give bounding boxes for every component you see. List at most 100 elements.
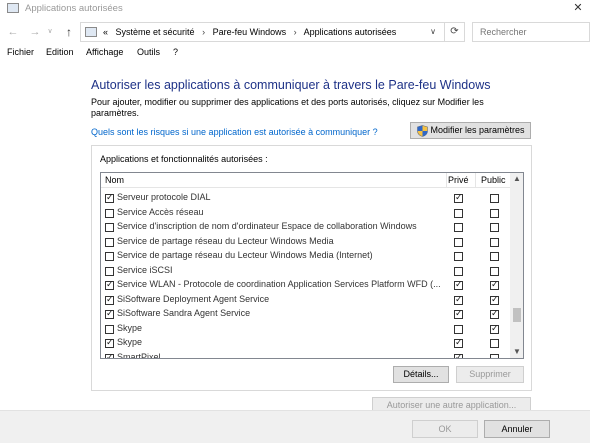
page-description: Pour ajouter, modifier ou supprimer des … [91,97,484,118]
allowed-apps-group: Applications et fonctionnalités autorisé… [91,145,532,391]
breadcrumb: « Système et sécurité › Pare-feu Windows… [103,27,401,37]
list-item[interactable]: Skype [101,336,510,351]
public-checkbox[interactable] [490,323,499,334]
list-item[interactable]: SiSoftware Sandra Agent Service [101,307,510,322]
enabled-checkbox[interactable] [105,192,114,203]
public-checkbox[interactable] [490,308,499,319]
search-box[interactable] [472,22,590,42]
public-checkbox[interactable] [490,252,499,261]
uac-shield-icon [417,125,428,137]
scroll-down-icon[interactable]: ▼ [510,346,523,358]
refresh-icon[interactable]: ⟳ [444,23,464,41]
list-item[interactable]: Service Accès réseau [101,206,510,221]
menu-help[interactable]: ? [173,47,178,57]
title-bar: Applications autorisées ✕ [0,0,590,18]
enabled-checkbox[interactable] [105,208,114,218]
column-divider[interactable] [475,173,476,188]
forward-arrow-icon[interactable]: → [27,24,43,40]
dialog-footer: OK Annuler [0,410,590,443]
list-item[interactable]: Serveur protocole DIAL [101,191,510,206]
enabled-checkbox[interactable] [105,294,114,305]
public-checkbox[interactable] [490,353,499,358]
app-name: Service iSCSI [117,264,173,275]
public-checkbox[interactable] [490,294,499,305]
breadcrumb-allowed-apps[interactable]: Applications autorisées [304,27,397,37]
list-item[interactable]: SiSoftware Deployment Agent Service [101,293,510,308]
breadcrumb-separator[interactable]: › [294,27,297,37]
private-checkbox[interactable] [454,237,463,247]
navigation-bar: ← → ∨ ↑ « Système et sécurité › Pare-feu… [0,20,590,44]
menu-view[interactable]: Affichage [86,47,123,57]
public-checkbox[interactable] [490,208,499,218]
public-checkbox[interactable] [490,223,499,232]
private-checkbox[interactable] [454,279,463,290]
private-checkbox[interactable] [454,266,463,276]
app-name: Skype [117,322,143,333]
private-checkbox[interactable] [454,223,463,232]
list-item[interactable]: Service iSCSI [101,264,510,279]
public-checkbox[interactable] [490,194,499,203]
window-title: Applications autorisées [25,3,123,14]
enabled-checkbox[interactable] [105,252,114,261]
private-checkbox[interactable] [454,352,463,358]
ok-button[interactable]: OK [412,420,478,438]
private-checkbox[interactable] [454,208,463,218]
modify-settings-button[interactable]: Modifier les paramètres [410,122,531,139]
menu-tools[interactable]: Outils [137,47,160,57]
app-name: SiSoftware Sandra Agent Service [117,308,251,318]
breadcrumb-separator[interactable]: › [202,27,205,37]
chevron-down-icon[interactable]: ∨ [45,24,55,40]
breadcrumb-system-security[interactable]: Système et sécurité [116,27,195,37]
enabled-checkbox[interactable] [105,324,114,334]
breadcrumb-firewall[interactable]: Pare-feu Windows [213,27,287,37]
details-button[interactable]: Détails... [393,366,449,383]
scroll-up-icon[interactable]: ▲ [510,173,523,185]
list-item[interactable]: SmartPixel [101,351,510,358]
risk-help-link[interactable]: Quels sont les risques si une applicatio… [91,127,378,137]
public-checkbox[interactable] [490,279,499,290]
vertical-scrollbar[interactable]: ▲ ▼ [510,173,523,358]
column-divider[interactable] [446,173,447,188]
up-arrow-icon[interactable]: ↑ [61,24,77,40]
column-header-private[interactable]: Privé [448,175,469,185]
remove-button[interactable]: Supprimer [456,366,524,383]
private-checkbox[interactable] [454,192,463,203]
private-checkbox[interactable] [454,308,463,319]
enabled-checkbox[interactable] [105,308,114,319]
allowed-apps-list[interactable]: Nom Privé Public Serveur protocole DIAL S… [100,172,524,359]
public-checkbox[interactable] [490,237,499,247]
list-item[interactable]: Service de partage réseau du Lecteur Win… [101,235,510,250]
private-checkbox[interactable] [454,252,463,261]
public-checkbox[interactable] [490,339,499,348]
enabled-checkbox[interactable] [105,223,114,232]
scrollbar-thumb[interactable] [513,308,521,322]
private-checkbox[interactable] [454,337,463,348]
back-arrow-icon[interactable]: ← [5,24,21,40]
list-item[interactable]: Skype [101,322,510,337]
private-checkbox[interactable] [454,294,463,305]
public-checkbox[interactable] [490,266,499,276]
enabled-checkbox[interactable] [105,266,114,276]
enabled-checkbox[interactable] [105,352,114,358]
app-name: Service de partage réseau du Lecteur Win… [117,235,334,246]
menu-edit[interactable]: Edition [46,47,74,57]
private-checkbox[interactable] [454,324,463,334]
control-panel-icon [7,3,19,13]
chevron-down-icon[interactable]: ∨ [430,27,436,36]
enabled-checkbox[interactable] [105,337,114,348]
column-header-public[interactable]: Public [481,175,506,185]
menu-file[interactable]: Fichier [7,47,34,57]
enabled-checkbox[interactable] [105,279,114,290]
close-icon[interactable]: ✕ [568,0,588,17]
list-item[interactable]: Service WLAN - Protocole de coordination… [101,278,510,293]
column-header-name[interactable]: Nom [105,175,124,185]
app-name: Serveur protocole DIAL [117,192,211,202]
cancel-button[interactable]: Annuler [484,420,550,438]
enabled-checkbox[interactable] [105,237,114,247]
list-item[interactable]: Service d'inscription de nom d'ordinateu… [101,220,510,235]
search-input[interactable] [473,23,589,41]
list-item[interactable]: Service de partage réseau du Lecteur Win… [101,249,510,264]
breadcrumb-overflow[interactable]: « [103,27,108,37]
address-bar[interactable]: « Système et sécurité › Pare-feu Windows… [80,22,465,42]
app-name: Service d'inscription de nom d'ordinateu… [117,221,417,231]
